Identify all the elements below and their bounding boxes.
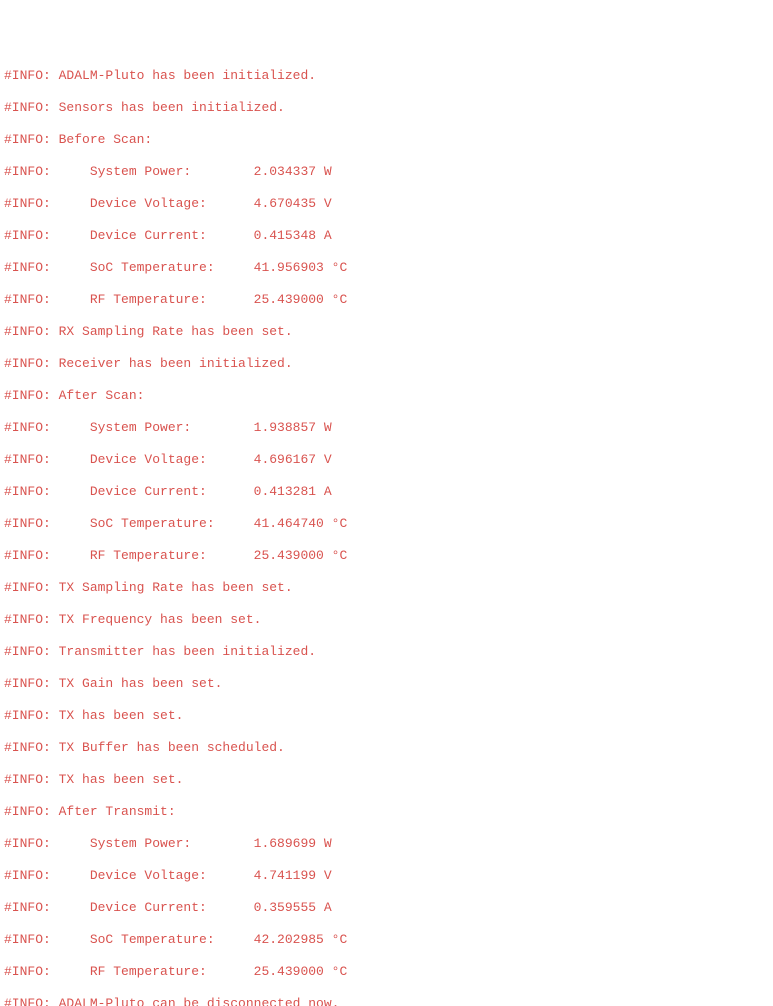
log-line: #INFO: RF Temperature: 25.439000 °C [4, 548, 773, 564]
log-line: #INFO: TX Buffer has been scheduled. [4, 740, 773, 756]
log-line: #INFO: RF Temperature: 25.439000 °C [4, 292, 773, 308]
log-line: #INFO: Device Voltage: 4.696167 V [4, 452, 773, 468]
log-line: #INFO: Receiver has been initialized. [4, 356, 773, 372]
log-line: #INFO: ADALM-Pluto has been initialized. [4, 68, 773, 84]
log-line: #INFO: Before Scan: [4, 132, 773, 148]
log-line: #INFO: TX Frequency has been set. [4, 612, 773, 628]
log-line: #INFO: TX has been set. [4, 708, 773, 724]
log-line: #INFO: RX Sampling Rate has been set. [4, 324, 773, 340]
log-line: #INFO: Device Current: 0.415348 A [4, 228, 773, 244]
log-line: #INFO: TX Sampling Rate has been set. [4, 580, 773, 596]
log-line: #INFO: System Power: 1.689699 W [4, 836, 773, 852]
log-line: #INFO: Transmitter has been initialized. [4, 644, 773, 660]
log-line: #INFO: RF Temperature: 25.439000 °C [4, 964, 773, 980]
log-line: #INFO: TX has been set. [4, 772, 773, 788]
log-line: #INFO: ADALM-Pluto can be disconnected n… [4, 996, 773, 1006]
log-line: #INFO: Device Voltage: 4.670435 V [4, 196, 773, 212]
log-line: #INFO: SoC Temperature: 42.202985 °C [4, 932, 773, 948]
log-line: #INFO: TX Gain has been set. [4, 676, 773, 692]
log-line: #INFO: After Transmit: [4, 804, 773, 820]
log-line: #INFO: SoC Temperature: 41.956903 °C [4, 260, 773, 276]
log-line: #INFO: System Power: 2.034337 W [4, 164, 773, 180]
log-line: #INFO: Device Current: 0.359555 A [4, 900, 773, 916]
log-line: #INFO: Device Voltage: 4.741199 V [4, 868, 773, 884]
log-line: #INFO: System Power: 1.938857 W [4, 420, 773, 436]
log-line: #INFO: SoC Temperature: 41.464740 °C [4, 516, 773, 532]
log-line: #INFO: After Scan: [4, 388, 773, 404]
terminal-output: #INFO: ADALM-Pluto has been initialized.… [4, 52, 773, 1006]
log-line: #INFO: Sensors has been initialized. [4, 100, 773, 116]
log-line: #INFO: Device Current: 0.413281 A [4, 484, 773, 500]
